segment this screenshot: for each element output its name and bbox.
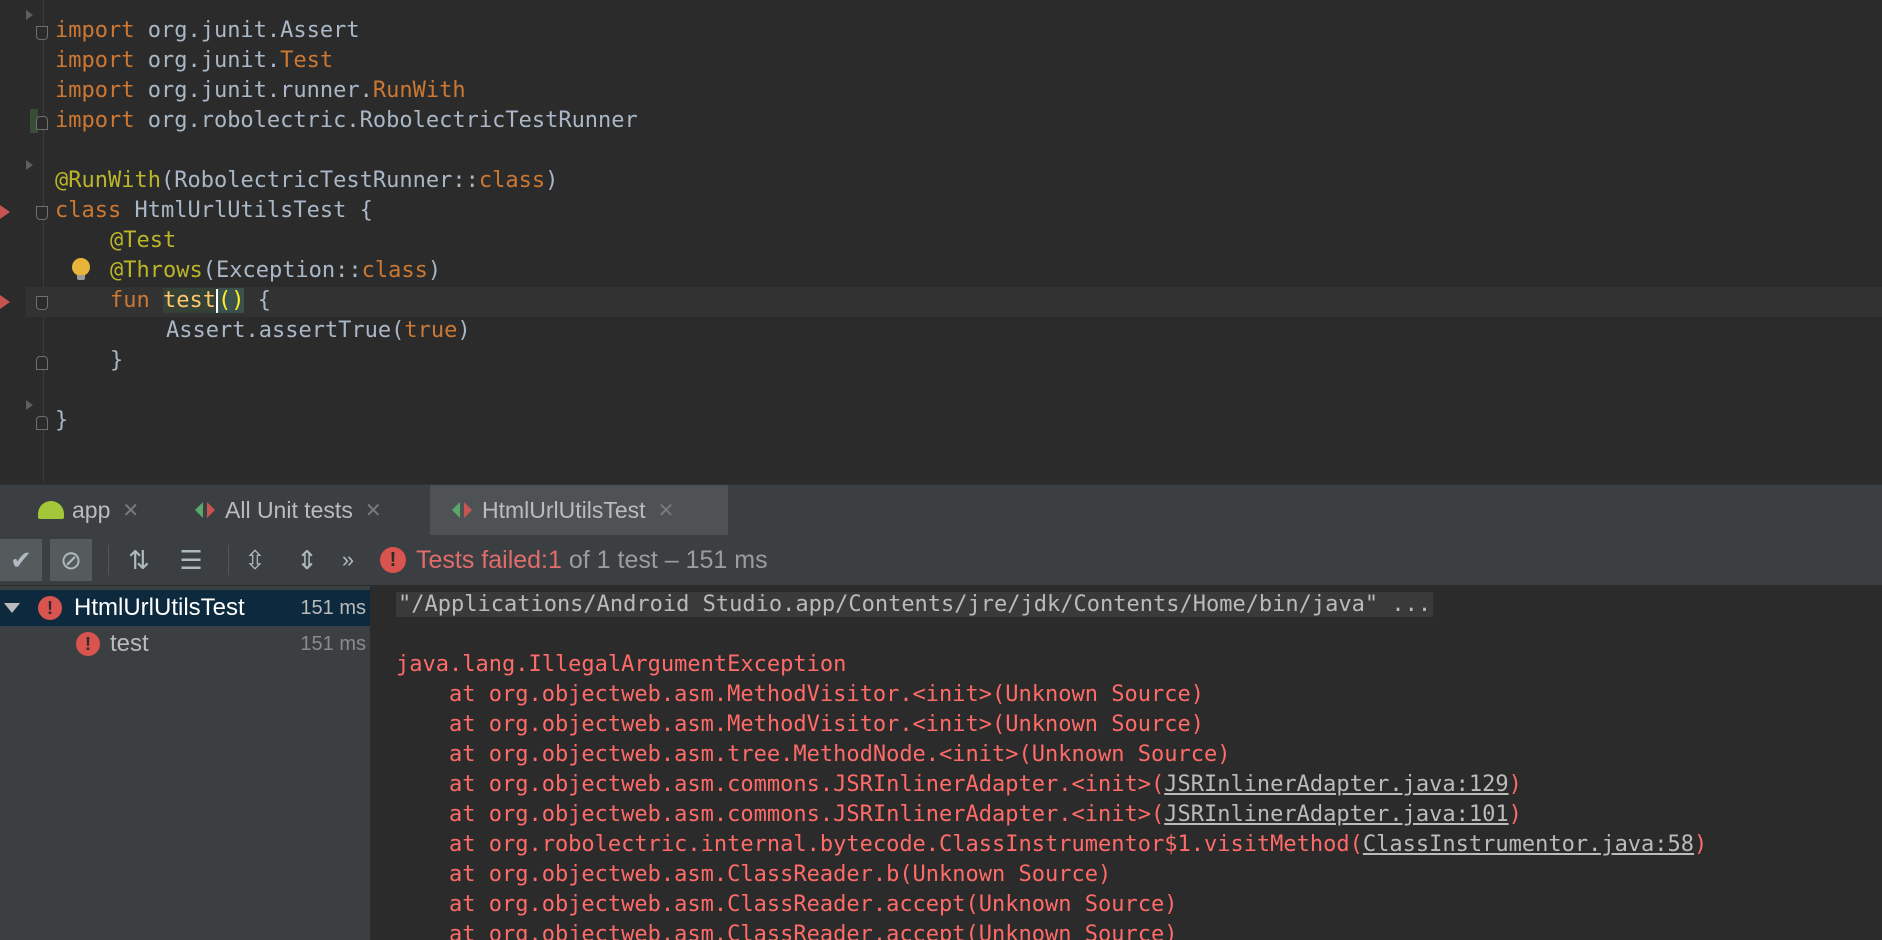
- console-output[interactable]: "/Applications/Android Studio.app/Conten…: [371, 586, 1882, 940]
- sort-alpha-icon: ⇅: [128, 544, 150, 575]
- current-line-highlight: [26, 287, 1882, 317]
- ignored-icon: ⊘: [60, 544, 82, 575]
- collapse-all-button[interactable]: ⇕: [286, 539, 328, 581]
- fold-arrow-icon[interactable]: [26, 10, 33, 20]
- console-stack-line: at org.objectweb.asm.MethodVisitor.<init…: [396, 712, 1204, 737]
- code-line-runwith[interactable]: @RunWith(RobolectricTestRunner::class): [55, 166, 558, 196]
- sort-duration-icon: ☰: [179, 544, 203, 575]
- console-exception-line: java.lang.IllegalArgumentException: [396, 652, 847, 677]
- tab-htmlurlutilstest[interactable]: HtmlUrlUtilsTest ✕: [430, 485, 728, 535]
- code-editor[interactable]: import org.junit.Assert import org.junit…: [0, 0, 1882, 484]
- gutter-divider: [43, 0, 44, 484]
- code-line-throws[interactable]: @Throws(Exception::class): [110, 256, 441, 286]
- console-stack-line: at org.objectweb.asm.commons.JSRInlinerA…: [396, 802, 1522, 827]
- error-icon: !: [76, 632, 100, 656]
- expand-all-icon: ⇳: [244, 544, 266, 575]
- tree-item-test[interactable]: ! test 151 ms: [0, 626, 370, 662]
- tab-app[interactable]: app ✕: [38, 485, 158, 535]
- show-passed-button[interactable]: ✔: [0, 539, 42, 581]
- expand-all-button[interactable]: ⇳: [234, 539, 276, 581]
- close-icon[interactable]: ✕: [658, 498, 675, 523]
- run-test-class-icon[interactable]: [0, 205, 10, 219]
- console-stack-line: at org.objectweb.asm.ClassReader.b(Unkno…: [396, 862, 1112, 887]
- code-line-fun-decl[interactable]: fun test() {: [110, 286, 271, 316]
- source-link[interactable]: JSRInlinerAdapter.java:129: [1164, 772, 1508, 797]
- toolbar-separator: [228, 545, 229, 575]
- check-icon: ✔: [10, 544, 32, 575]
- code-line-import-3[interactable]: import org.junit.runner.RunWith: [55, 76, 466, 106]
- lightbulb-icon[interactable]: [72, 258, 90, 280]
- fold-marker-icon[interactable]: [36, 116, 48, 130]
- code-line-close-class[interactable]: }: [55, 406, 68, 436]
- sort-alphabetically-button[interactable]: ⇅: [118, 539, 160, 581]
- test-status: ! Tests failed: 1 of 1 test – 151 ms: [380, 535, 768, 585]
- console-stack-line: at org.robolectric.internal.bytecode.Cla…: [396, 832, 1708, 857]
- more-actions-button[interactable]: »: [332, 539, 364, 581]
- test-tree[interactable]: ! HtmlUrlUtilsTest 151 ms ! test 151 ms: [0, 586, 371, 940]
- run-tab-bar: app ✕ All Unit tests ✕ HtmlUrlUtilsTest …: [0, 484, 1882, 536]
- collapse-all-icon: ⇕: [296, 544, 318, 575]
- run-test-method-icon[interactable]: [0, 295, 10, 309]
- error-icon: !: [380, 547, 406, 573]
- run-tests-icon: [195, 499, 217, 521]
- code-line-import-2[interactable]: import org.junit.Test: [55, 46, 333, 76]
- fold-marker-icon[interactable]: [36, 206, 48, 220]
- code-line-close-fun[interactable]: }: [110, 346, 123, 376]
- close-icon[interactable]: ✕: [365, 498, 382, 523]
- console-stack-line: at org.objectweb.asm.tree.MethodNode.<in…: [396, 742, 1231, 767]
- fold-arrow-icon[interactable]: [26, 160, 33, 170]
- android-icon: [38, 501, 64, 519]
- console-stack-line: at org.objectweb.asm.ClassReader.accept(…: [396, 922, 1178, 940]
- code-line-import-1[interactable]: import org.junit.Assert: [55, 16, 360, 46]
- editor-gutter[interactable]: [0, 0, 44, 484]
- code-line-class-decl[interactable]: class HtmlUrlUtilsTest {: [55, 196, 373, 226]
- source-link[interactable]: JSRInlinerAdapter.java:101: [1164, 802, 1508, 827]
- toolbar-separator: [108, 545, 109, 575]
- fold-marker-icon[interactable]: [36, 356, 48, 370]
- code-line-import-4[interactable]: import org.robolectric.RobolectricTestRu…: [55, 106, 638, 136]
- sort-by-duration-button[interactable]: ☰: [170, 539, 212, 581]
- run-tests-icon: [452, 499, 474, 521]
- source-link[interactable]: ClassInstrumentor.java:58: [1363, 832, 1694, 857]
- tree-item-htmlurlutilstest[interactable]: ! HtmlUrlUtilsTest 151 ms: [0, 590, 370, 626]
- test-runner-toolbar: ✔ ⊘ ⇅ ☰ ⇳ ⇕ » ! Tests failed: 1 of 1 tes…: [0, 535, 1882, 586]
- code-line-assert[interactable]: Assert.assertTrue(true): [166, 316, 471, 346]
- fold-marker-icon[interactable]: [36, 416, 48, 430]
- console-stack-line: at org.objectweb.asm.MethodVisitor.<init…: [396, 682, 1204, 707]
- console-stack-line: at org.objectweb.asm.commons.JSRInlinerA…: [396, 772, 1522, 797]
- tab-all-unit-tests[interactable]: All Unit tests ✕: [195, 485, 410, 535]
- fold-marker-icon[interactable]: [36, 296, 48, 310]
- chevron-down-icon[interactable]: [4, 603, 20, 613]
- code-line-test-annotation[interactable]: @Test: [110, 226, 176, 256]
- chevron-double-right-icon: »: [341, 547, 355, 572]
- fold-arrow-icon[interactable]: [26, 400, 33, 410]
- console-command-line[interactable]: "/Applications/Android Studio.app/Conten…: [396, 590, 1434, 620]
- show-ignored-button[interactable]: ⊘: [50, 539, 92, 581]
- fold-marker-icon[interactable]: [36, 26, 48, 40]
- error-icon: !: [38, 596, 62, 620]
- console-stack-line: at org.objectweb.asm.ClassReader.accept(…: [396, 892, 1178, 917]
- close-icon[interactable]: ✕: [122, 498, 139, 523]
